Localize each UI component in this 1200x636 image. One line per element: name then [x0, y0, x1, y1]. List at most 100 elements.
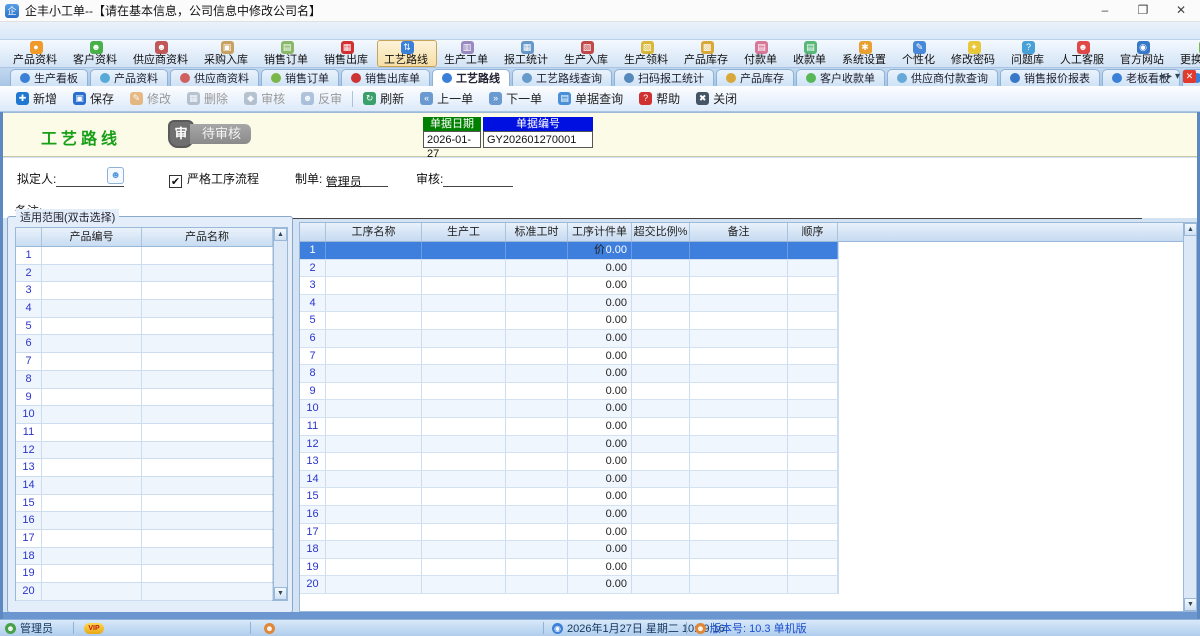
- process-table-row[interactable]: 20 0.00: [300, 576, 839, 594]
- scope-table-row[interactable]: 19: [16, 565, 272, 583]
- process-table-row[interactable]: 11 0.00: [300, 418, 839, 436]
- product-name-cell[interactable]: [142, 318, 273, 335]
- toolbar-button[interactable]: ☻ 客户资料: [66, 40, 126, 67]
- proc-order-cell[interactable]: [788, 453, 838, 470]
- product-code-cell[interactable]: [42, 565, 142, 582]
- proc-piece-price-cell[interactable]: 0.00: [568, 524, 632, 541]
- proc-remark-cell[interactable]: [690, 488, 788, 505]
- product-code-cell[interactable]: [42, 353, 142, 370]
- proc-remark-cell[interactable]: [690, 260, 788, 277]
- proc-over-ratio-cell[interactable]: [632, 260, 690, 277]
- proc-worker-cell[interactable]: [422, 471, 506, 488]
- proc-over-ratio-cell[interactable]: [632, 453, 690, 470]
- proc-name-cell[interactable]: [326, 348, 422, 365]
- product-name-cell[interactable]: [142, 371, 273, 388]
- proc-order-cell[interactable]: [788, 524, 838, 541]
- proc-name-cell[interactable]: [326, 295, 422, 312]
- proc-over-ratio-cell[interactable]: [632, 365, 690, 382]
- toolbar-button[interactable]: ▦ 报工统计: [497, 40, 557, 67]
- proc-over-ratio-cell[interactable]: [632, 506, 690, 523]
- proc-worker-cell[interactable]: [422, 295, 506, 312]
- proc-worker-cell[interactable]: [422, 400, 506, 417]
- product-code-cell[interactable]: [42, 318, 142, 335]
- minimize-button[interactable]: –: [1086, 0, 1124, 22]
- tab[interactable]: 工艺路线: [432, 69, 510, 86]
- product-code-cell[interactable]: [42, 442, 142, 459]
- product-code-cell[interactable]: [42, 512, 142, 529]
- tab[interactable]: 供应商付款查询: [887, 69, 998, 86]
- proc-piece-price-cell[interactable]: 0.00: [568, 559, 632, 576]
- proc-std-hours-cell[interactable]: [506, 436, 568, 453]
- proc-worker-cell[interactable]: [422, 312, 506, 329]
- proc-order-cell[interactable]: [788, 277, 838, 294]
- proc-std-hours-cell[interactable]: [506, 541, 568, 558]
- close-button[interactable]: ✕: [1162, 0, 1200, 22]
- scope-table-row[interactable]: 11: [16, 424, 272, 442]
- proc-remark-cell[interactable]: [690, 365, 788, 382]
- proc-remark-cell[interactable]: [690, 453, 788, 470]
- proc-name-cell[interactable]: [326, 383, 422, 400]
- process-table-row[interactable]: 15 0.00: [300, 488, 839, 506]
- tab[interactable]: 产品资料: [90, 69, 168, 86]
- scope-table-row[interactable]: 3: [16, 282, 272, 300]
- product-name-cell[interactable]: [142, 247, 273, 264]
- action-button[interactable]: ✎ 修改: [122, 90, 179, 107]
- action-button[interactable]: ▦ 删除: [179, 90, 236, 107]
- action-button[interactable]: ☻ 反审: [293, 90, 350, 107]
- proc-over-ratio-cell[interactable]: [632, 559, 690, 576]
- proc-worker-cell[interactable]: [422, 418, 506, 435]
- product-code-cell[interactable]: [42, 282, 142, 299]
- product-name-cell[interactable]: [142, 335, 273, 352]
- proc-std-hours-cell[interactable]: [506, 418, 568, 435]
- product-name-cell[interactable]: [142, 282, 273, 299]
- product-code-cell[interactable]: [42, 371, 142, 388]
- toolbar-button[interactable]: ● 产品资料: [6, 40, 66, 67]
- proc-order-cell[interactable]: [788, 559, 838, 576]
- proc-remark-cell[interactable]: [690, 471, 788, 488]
- action-button[interactable]: ✖ 关闭: [688, 90, 745, 107]
- proc-piece-price-cell[interactable]: 0.00: [568, 400, 632, 417]
- toolbar-button[interactable]: ▤ 销售订单: [257, 40, 317, 67]
- process-table-row[interactable]: 7 0.00: [300, 348, 839, 366]
- proc-name-cell[interactable]: [326, 559, 422, 576]
- auditor-value[interactable]: [443, 173, 513, 187]
- scope-table-row[interactable]: 6: [16, 335, 272, 353]
- proc-name-cell[interactable]: [326, 418, 422, 435]
- toolbar-button[interactable]: ▦ 更换皮肤▾: [1173, 40, 1200, 67]
- proc-remark-cell[interactable]: [690, 541, 788, 558]
- product-name-cell[interactable]: [142, 530, 273, 547]
- scope-table-row[interactable]: 4: [16, 300, 272, 318]
- proc-order-cell[interactable]: [788, 541, 838, 558]
- proc-piece-price-cell[interactable]: 0.00: [568, 576, 632, 593]
- action-button[interactable]: ◆ 审核: [236, 90, 293, 107]
- proc-name-cell[interactable]: [326, 330, 422, 347]
- proc-name-cell[interactable]: [326, 400, 422, 417]
- toolbar-button[interactable]: ▨ 生产领料: [617, 40, 677, 67]
- proc-over-ratio-cell[interactable]: [632, 330, 690, 347]
- proc-worker-cell[interactable]: [422, 330, 506, 347]
- proc-over-ratio-cell[interactable]: [632, 312, 690, 329]
- proc-order-cell[interactable]: [788, 506, 838, 523]
- scope-table-row[interactable]: 12: [16, 442, 272, 460]
- process-table-row[interactable]: 19 0.00: [300, 559, 839, 577]
- proc-remark-cell[interactable]: [690, 383, 788, 400]
- doc-number-field[interactable]: GY202601270001: [483, 131, 593, 148]
- tab[interactable]: 工艺路线查询: [512, 69, 612, 86]
- proc-order-cell[interactable]: [788, 242, 838, 259]
- process-table-row[interactable]: 14 0.00: [300, 471, 839, 489]
- proc-order-cell[interactable]: [788, 330, 838, 347]
- action-button[interactable]: » 下一单: [481, 90, 550, 107]
- process-table-scrollbar[interactable]: ▲ ▼: [1183, 222, 1197, 612]
- scope-table-row[interactable]: 20: [16, 583, 272, 601]
- scope-table-row[interactable]: 16: [16, 512, 272, 530]
- proc-remark-cell[interactable]: [690, 418, 788, 435]
- proc-over-ratio-cell[interactable]: [632, 524, 690, 541]
- proc-over-ratio-cell[interactable]: [632, 418, 690, 435]
- scope-table-row[interactable]: 7: [16, 353, 272, 371]
- proc-piece-price-cell[interactable]: 0.00: [568, 383, 632, 400]
- proc-remark-cell[interactable]: [690, 277, 788, 294]
- product-code-cell[interactable]: [42, 389, 142, 406]
- proc-piece-price-cell[interactable]: 0.00: [568, 506, 632, 523]
- proc-over-ratio-cell[interactable]: [632, 541, 690, 558]
- action-button[interactable]: ✚ 新增: [8, 90, 65, 107]
